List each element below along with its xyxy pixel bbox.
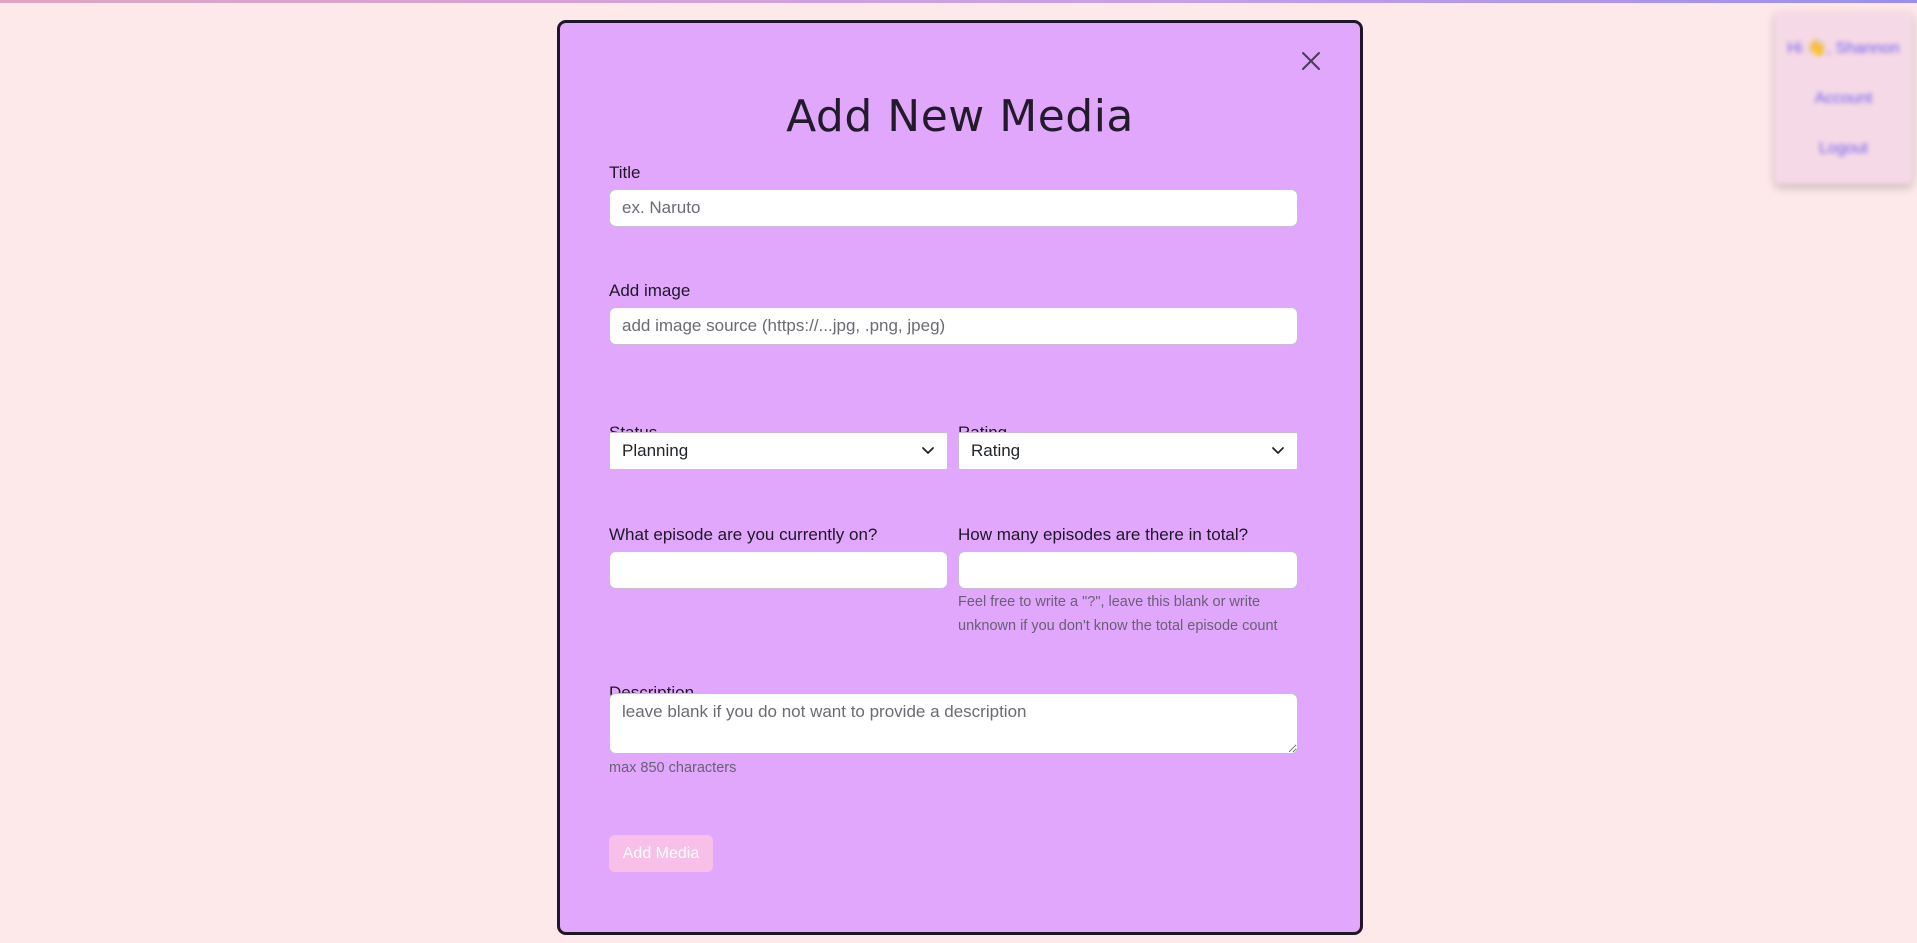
logout-link[interactable]: Logout <box>1819 140 1868 158</box>
account-greeting[interactable]: Hi 👋, Shannon <box>1787 38 1899 58</box>
close-icon <box>1302 52 1320 70</box>
image-label: Add image <box>609 281 691 300</box>
rating-select[interactable]: Rating <box>958 432 1298 470</box>
chevron-down-icon <box>922 447 934 454</box>
image-source-input[interactable] <box>609 307 1298 345</box>
add-media-modal: Add New Media Title Add image Status Pla… <box>557 20 1363 935</box>
title-label: Title <box>609 163 641 182</box>
total-episodes-label: How many episodes are there in total? <box>958 525 1249 544</box>
account-dropdown: Hi 👋, Shannon Account Logout <box>1775 12 1912 184</box>
status-selected-value: Planning <box>622 441 689 460</box>
status-select[interactable]: Planning <box>609 432 948 470</box>
description-textarea[interactable] <box>609 693 1298 754</box>
account-link[interactable]: Account <box>1815 90 1873 108</box>
chevron-down-icon <box>1272 447 1284 454</box>
total-episodes-hint-line: Feel free to write a "?", leave this bla… <box>958 594 1261 610</box>
total-episodes-hint-line: unknown if you don't know the total epis… <box>958 618 1278 634</box>
rating-selected-value: Rating <box>971 441 1021 460</box>
current-episode-label: What episode are you currently on? <box>609 525 878 544</box>
current-episode-input[interactable] <box>609 551 948 589</box>
add-media-button[interactable]: Add Media <box>609 835 713 872</box>
total-episodes-hint: Feel free to write a "?", leave this bla… <box>958 590 1298 638</box>
title-input[interactable] <box>609 189 1298 227</box>
top-accent-bar <box>0 0 1917 3</box>
description-hint: max 850 characters <box>609 760 737 776</box>
total-episodes-input[interactable] <box>958 551 1298 589</box>
close-button[interactable] <box>1297 47 1325 75</box>
modal-title: Add New Media <box>786 91 1134 142</box>
